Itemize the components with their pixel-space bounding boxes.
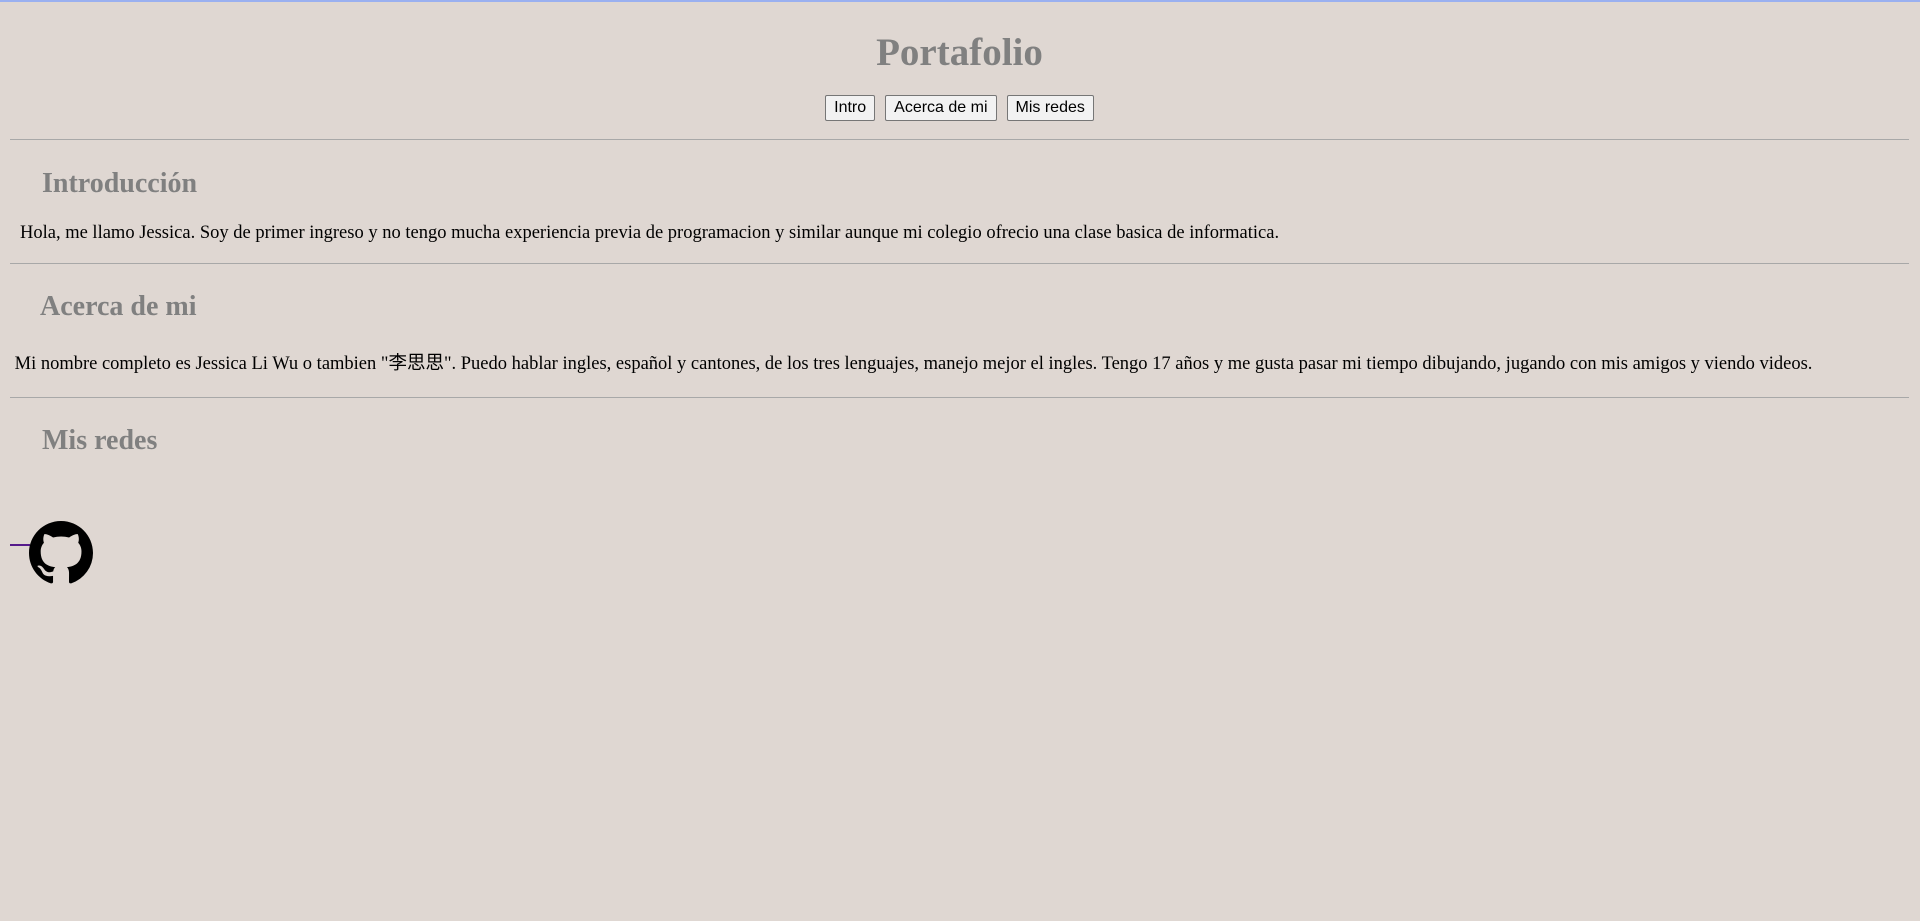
nav-button-intro[interactable]: Intro	[825, 95, 876, 121]
divider	[10, 263, 1909, 264]
intro-heading: Introducción	[42, 168, 198, 199]
section-social: Mis redes	[10, 424, 1909, 546]
about-heading: Acerca de mi	[40, 291, 197, 322]
nav-bar: Intro Acerca de mi Mis redes	[10, 95, 1909, 121]
divider	[10, 397, 1909, 398]
github-icon[interactable]	[29, 521, 93, 585]
page-title: Portafolio	[876, 31, 1043, 74]
section-about: Acerca de mi Mi nombre completo es Jessi…	[10, 290, 1909, 376]
divider	[10, 139, 1909, 140]
nav-button-social[interactable]: Mis redes	[1006, 95, 1094, 121]
social-heading: Mis redes	[42, 425, 158, 456]
intro-text: Hola, me llamo Jessica. Soy de primer in…	[20, 223, 1280, 243]
section-intro: Introducción Hola, me llamo Jessica. Soy…	[10, 167, 1909, 245]
github-link[interactable]	[10, 524, 30, 546]
about-text: Mi nombre completo es Jessica Li Wu o ta…	[10, 354, 1813, 374]
nav-button-about[interactable]: Acerca de mi	[885, 95, 997, 121]
page: Portafolio Intro Acerca de mi Mis redes …	[10, 0, 1909, 546]
